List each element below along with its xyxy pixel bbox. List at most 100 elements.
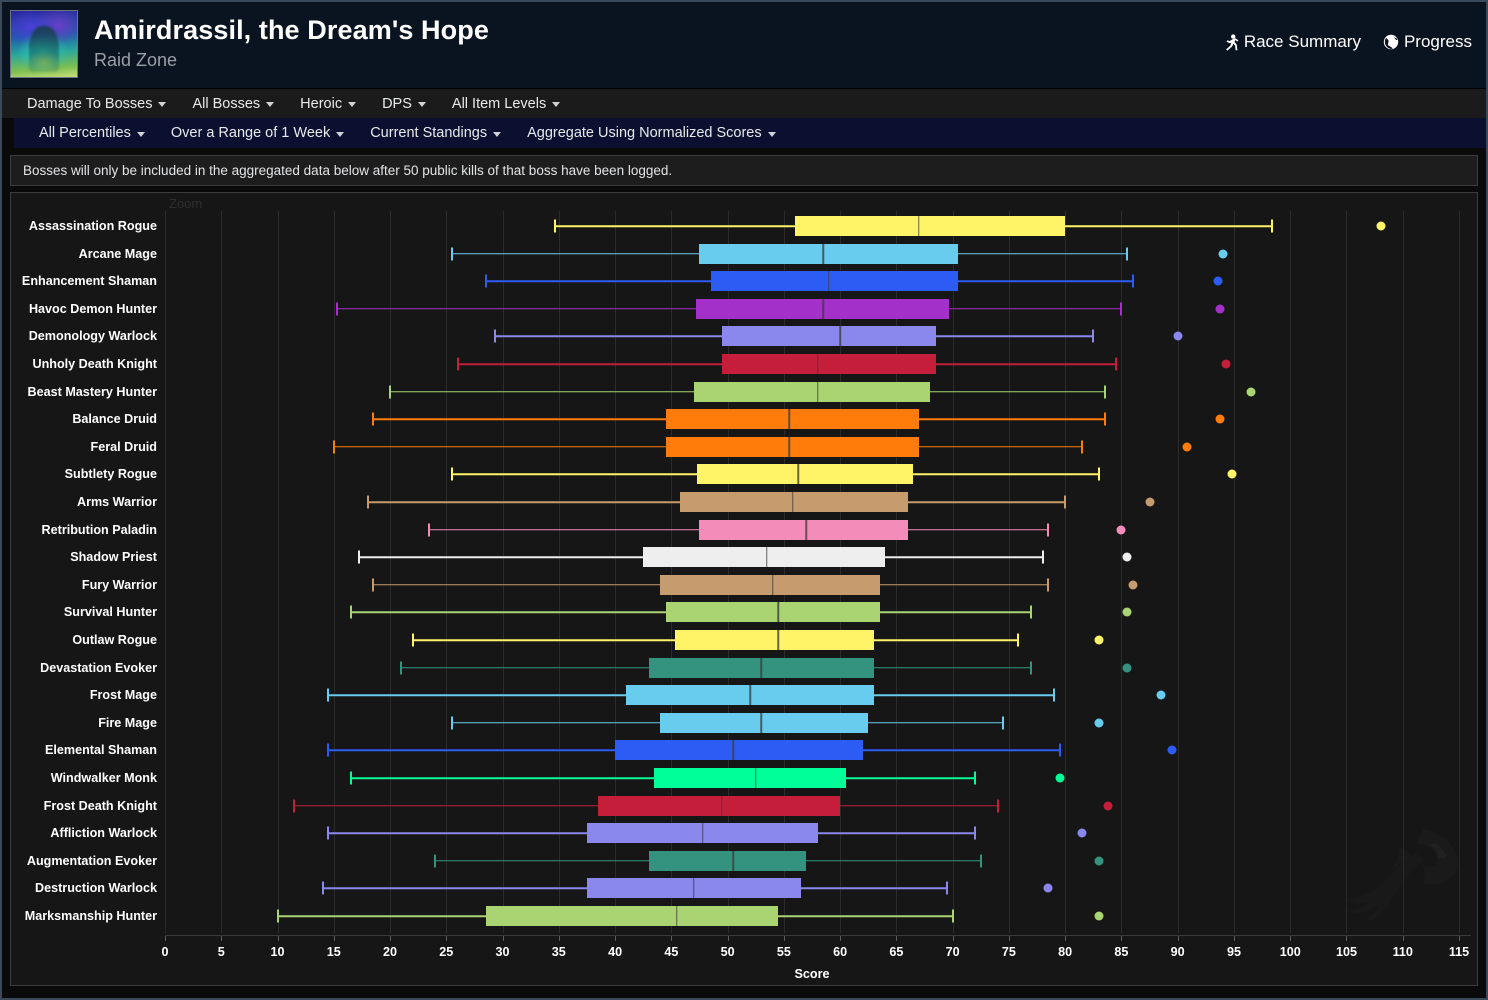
outlier-point[interactable]	[1376, 221, 1386, 231]
outlier-point[interactable]	[1122, 663, 1132, 673]
nav-item-dps[interactable]: DPS	[369, 89, 439, 118]
whisker-cap-low	[357, 550, 360, 564]
axis-tick-label: 30	[495, 945, 510, 959]
outlier-point[interactable]	[1182, 442, 1192, 452]
box[interactable]	[660, 712, 869, 733]
whisker-cap-low	[336, 302, 339, 316]
median-line	[732, 740, 734, 761]
whisker-cap-high	[1092, 329, 1095, 343]
median-line	[805, 519, 808, 540]
category-label-subtlety-rogue: Subtlety Rogue	[64, 467, 157, 482]
outlier-point[interactable]	[1213, 276, 1223, 286]
outlier-point[interactable]	[1094, 635, 1104, 645]
box[interactable]	[721, 326, 936, 347]
axis-tick-label: 105	[1335, 945, 1357, 959]
outlier-point[interactable]	[1167, 745, 1177, 755]
boxplot-chart-panel: Zoom 0 5 10 15 20 25 30 35 40 45 50 55 60 65 70 75 80 85 9…	[10, 192, 1478, 986]
outlier-point[interactable]	[1122, 552, 1132, 562]
outlier-point[interactable]	[1103, 801, 1113, 811]
chevron-down-icon	[417, 102, 426, 107]
whisker-cap-low	[493, 329, 496, 343]
nav-item-damage-to-bosses[interactable]: Damage To Bosses	[14, 89, 179, 118]
x-axis-title: Score	[794, 967, 830, 981]
whisker-cap-low	[293, 799, 296, 813]
whisker-cap-high	[946, 881, 949, 895]
box[interactable]	[648, 850, 807, 871]
outlier-point[interactable]	[1043, 883, 1053, 893]
whisker-cap-low	[389, 385, 392, 399]
outlier-point[interactable]	[1077, 828, 1087, 838]
box[interactable]	[654, 768, 846, 788]
box[interactable]	[665, 409, 919, 430]
outlier-point[interactable]	[1055, 773, 1065, 783]
nav-item-label: Damage To Bosses	[27, 95, 153, 112]
outlier-point[interactable]	[1094, 911, 1104, 921]
nav-item-all-bosses[interactable]: All Bosses	[179, 89, 287, 118]
category-label-windwalker-monk: Windwalker Monk	[50, 771, 157, 785]
outlier-point[interactable]	[1173, 331, 1183, 341]
box[interactable]	[665, 602, 880, 623]
category-label-havoc-demon-hunter: Havoc Demon Hunter	[28, 301, 157, 316]
median-line	[777, 630, 779, 650]
box[interactable]	[615, 740, 863, 761]
progress-link[interactable]: Progress	[1383, 32, 1472, 52]
outlier-point[interactable]	[1215, 304, 1225, 314]
box[interactable]	[710, 271, 959, 292]
box[interactable]	[665, 436, 919, 457]
axis-tick-label: 20	[383, 945, 398, 959]
median-line	[816, 381, 819, 402]
outlier-point[interactable]	[1116, 525, 1126, 535]
box[interactable]	[680, 492, 908, 512]
axis-tick-label: 5	[217, 945, 225, 959]
race-summary-link[interactable]: Race Summary	[1224, 32, 1361, 52]
axis-tick-label: 10	[270, 945, 285, 959]
axis-tick-label: 15	[326, 945, 341, 959]
box[interactable]	[485, 906, 779, 926]
outlier-point[interactable]	[1246, 387, 1256, 397]
whisker-cap-low	[327, 826, 330, 840]
box[interactable]	[693, 381, 931, 402]
whisker-cap-low	[450, 716, 453, 730]
box[interactable]	[697, 464, 914, 485]
median-line	[721, 795, 723, 816]
chart-gridline	[896, 211, 898, 933]
outlier-point[interactable]	[1145, 497, 1155, 507]
outlier-point[interactable]	[1227, 469, 1237, 479]
outlier-point[interactable]	[1128, 580, 1138, 590]
nav-item-all-percentiles[interactable]: All Percentiles	[26, 118, 158, 148]
axis-tick-label: 90	[1170, 945, 1185, 959]
whisker-cap-low	[434, 854, 437, 868]
box[interactable]	[674, 630, 874, 650]
box[interactable]	[699, 243, 959, 264]
nav-item-aggregate-using-normalized-scores[interactable]: Aggregate Using Normalized Scores	[514, 118, 789, 148]
outlier-point[interactable]	[1094, 856, 1104, 866]
whisker-cap-high	[1126, 247, 1129, 261]
whisker-cap-low	[411, 633, 414, 647]
nav-item-current-standings[interactable]: Current Standings	[357, 118, 514, 148]
box[interactable]	[660, 574, 880, 595]
outlier-point[interactable]	[1156, 690, 1166, 700]
chevron-down-icon	[493, 131, 502, 137]
box[interactable]	[598, 795, 841, 816]
box[interactable]	[721, 354, 936, 374]
primary-filter-bar: Damage To Bosses All Bosses Heroic DPS All I…	[2, 88, 1486, 118]
median-line	[822, 243, 824, 264]
outlier-point[interactable]	[1218, 249, 1228, 259]
median-line	[749, 685, 751, 706]
axis-tick-label: 75	[1001, 945, 1016, 959]
box[interactable]	[699, 519, 908, 540]
box[interactable]	[643, 547, 886, 568]
nav-item-heroic[interactable]: Heroic	[287, 89, 369, 118]
outlier-point[interactable]	[1122, 607, 1132, 617]
category-label-retribution-paladin: Retribution Paladin	[41, 522, 157, 537]
outlier-point[interactable]	[1094, 718, 1104, 728]
outlier-point[interactable]	[1215, 414, 1225, 424]
category-label-enhancement-shaman: Enhancement Shaman	[21, 274, 157, 289]
nav-item-all-item-levels[interactable]: All Item Levels	[439, 89, 573, 118]
category-label-destruction-warlock: Destruction Warlock	[35, 881, 157, 896]
chevron-down-icon	[767, 131, 776, 137]
outlier-point[interactable]	[1221, 359, 1231, 369]
box[interactable]	[795, 216, 1066, 236]
nav-item-over-a-range-of-1-week[interactable]: Over a Range of 1 Week	[158, 118, 357, 148]
median-line	[693, 878, 695, 899]
